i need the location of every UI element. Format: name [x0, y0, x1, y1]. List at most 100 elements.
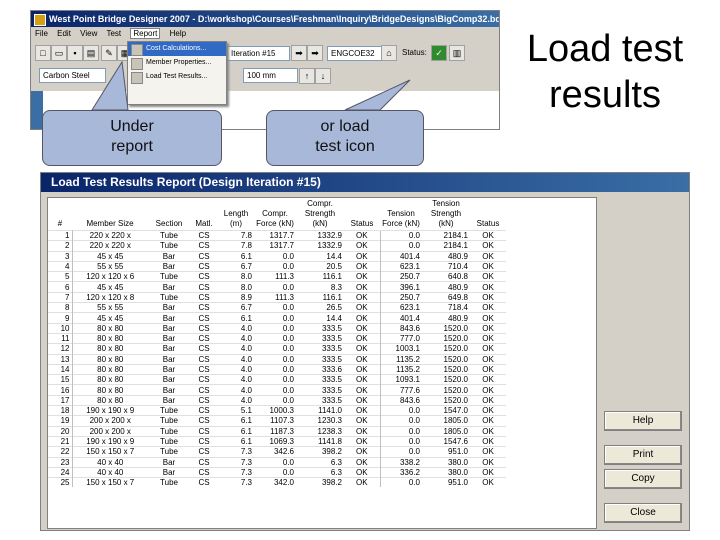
table-cell: 15 — [48, 374, 73, 385]
table-cell: Bar — [148, 466, 190, 478]
table-row: 16 80 x 80 Bar CS 4.0 0.0 333.5 OK 777.6 1520.0 OK — [48, 384, 506, 396]
table-cell: 0.0 — [254, 322, 296, 334]
report-table-container[interactable]: # Member Size Section Matl. Length (m) Compr.… — [47, 197, 597, 529]
table-cell: OK — [470, 343, 506, 355]
table-cell: CS — [190, 332, 218, 344]
menu-item-load-test-results[interactable]: Load Test Results... — [128, 70, 226, 84]
table-cell: Bar — [148, 250, 190, 262]
table-cell: 1230.3 — [296, 415, 344, 427]
open-file-icon[interactable]: ▭ — [51, 45, 67, 61]
app-icon — [34, 14, 46, 26]
table-cell: Bar — [148, 312, 190, 324]
table-row: 23 40 x 40 Bar CS 7.3 0.0 6.3 OK 338.2 380.0 OK — [48, 456, 506, 468]
arrow-down-icon[interactable]: ↓ — [315, 68, 331, 84]
close-button[interactable]: Close — [604, 503, 682, 523]
table-cell: Bar — [148, 343, 190, 355]
table-cell: CS — [190, 446, 218, 458]
table-cell: 333.5 — [296, 343, 344, 355]
table-cell: OK — [344, 415, 380, 427]
table-cell: OK — [470, 271, 506, 282]
table-cell: 1520.0 — [422, 322, 470, 334]
table-cell: OK — [344, 477, 380, 488]
table-cell: OK — [344, 260, 380, 272]
table-cell: 24 — [48, 466, 73, 478]
table-cell: Tube — [148, 240, 190, 252]
member-size-combo[interactable]: 100 mm — [243, 68, 298, 83]
table-cell: 1520.0 — [422, 384, 470, 396]
iteration-combo[interactable]: Iteration #15 — [227, 46, 290, 61]
menu-edit[interactable]: Edit — [57, 29, 71, 38]
callout-under-report: Under report — [42, 110, 222, 166]
table-cell: 718.4 — [422, 302, 470, 313]
table-cell: 190 x 190 x 9 — [72, 405, 148, 416]
menu-help[interactable]: Help — [170, 29, 186, 38]
menu-file[interactable]: File — [35, 29, 48, 38]
help-button[interactable]: Help — [604, 411, 682, 431]
load-case-combo[interactable]: ENGCOE32 — [327, 46, 382, 61]
arrow-up-icon[interactable]: ↑ — [299, 68, 315, 84]
table-cell: OK — [470, 353, 506, 365]
main-toolbar: □ ▭ ▪ ▤ ✎ ▦ Iteration #15 ➡ ➡ ENGCOE32 ⌂… — [31, 43, 499, 63]
table-cell: 4.0 — [218, 353, 254, 365]
table-cell: Tube — [148, 229, 190, 241]
table-cell: 333.5 — [296, 384, 344, 396]
table-cell: 1520.0 — [422, 332, 470, 344]
table-cell: 1805.0 — [422, 425, 470, 437]
table-cell: 7.8 — [218, 240, 254, 252]
table-cell: 1805.0 — [422, 415, 470, 427]
menu-item-member-properties[interactable]: Member Properties... — [128, 56, 226, 70]
save-icon[interactable]: ▪ — [67, 45, 83, 61]
table-cell: 18 — [48, 405, 73, 416]
table-cell: 0.0 — [379, 405, 422, 416]
menu-view[interactable]: View — [80, 29, 97, 38]
pencil-icon[interactable]: ✎ — [101, 45, 117, 61]
table-cell: 0.0 — [254, 456, 296, 468]
new-file-icon[interactable]: □ — [35, 45, 51, 61]
menu-report[interactable]: Report — [130, 28, 161, 39]
table-row: 15 80 x 80 Bar CS 4.0 0.0 333.5 OK 1093.1 1520.0 O… — [48, 374, 506, 385]
table-cell: Bar — [148, 302, 190, 313]
table-cell: 45 x 45 — [72, 312, 148, 324]
table-cell: 1332.9 — [296, 240, 344, 252]
table-cell: 2184.1 — [422, 240, 470, 252]
table-cell: 80 x 80 — [72, 374, 148, 385]
table-cell: 5 — [48, 271, 73, 282]
table-cell: OK — [344, 291, 380, 303]
table-cell: 150 x 150 x 7 — [72, 477, 148, 488]
report-title: Load Test Results Report (Design Iterati… — [51, 175, 321, 189]
bridge-view-icon[interactable]: ⌂ — [381, 45, 397, 61]
copy-button[interactable]: Copy — [604, 469, 682, 489]
table-cell: OK — [470, 229, 506, 241]
menu-item-cost-calculations[interactable]: Cost Calculations... — [128, 42, 226, 56]
table-cell: 7.3 — [218, 477, 254, 488]
arrow-gray-icon[interactable]: ➡ — [307, 45, 323, 61]
table-cell: 116.1 — [296, 271, 344, 282]
table-row: 5 120 x 120 x 6 Tube CS 8.0 111.3 116.1 OK 250.7… — [48, 271, 506, 282]
table-cell: 0.0 — [254, 466, 296, 478]
table-cell: 45 x 45 — [72, 250, 148, 262]
table-cell: CS — [190, 229, 218, 241]
table-cell: 0.0 — [379, 415, 422, 427]
table-row: 13 80 x 80 Bar CS 4.0 0.0 333.5 OK 1135.2 1520.0 O… — [48, 353, 506, 365]
load-test-icon[interactable]: ▥ — [449, 45, 465, 61]
table-cell: 7 — [48, 291, 73, 303]
menu-test[interactable]: Test — [106, 29, 121, 38]
print-icon[interactable]: ▤ — [83, 45, 99, 61]
table-cell: 398.2 — [296, 446, 344, 458]
table-row: 18 190 x 190 x 9 Tube CS 5.1 1000.3 1141.0 OK 0.… — [48, 405, 506, 416]
material-combo[interactable]: Carbon Steel — [39, 68, 106, 83]
arrow-right-icon[interactable]: ➡ — [291, 45, 307, 61]
print-button[interactable]: Print — [604, 445, 682, 465]
column-header: Matl. — [190, 198, 218, 231]
table-cell: OK — [344, 312, 380, 324]
table-cell: OK — [344, 456, 380, 468]
table-row: 8 55 x 55 Bar CS 6.7 0.0 26.5 OK 623.1 718.4 OK — [48, 302, 506, 313]
secondary-toolbar: Carbon Steel 100 mm ↑ ↓ — [31, 65, 499, 85]
app-title: West Point Bridge Designer 2007 - D:\wor… — [49, 14, 499, 24]
table-row: 11 80 x 80 Bar CS 4.0 0.0 333.5 OK 777.0 1520.0 OK — [48, 332, 506, 344]
table-cell: 342.0 — [254, 477, 296, 488]
table-cell: OK — [470, 446, 506, 458]
table-cell: 200 x 200 x — [72, 415, 148, 427]
table-cell: 1003.1 — [379, 343, 422, 355]
table-cell: OK — [470, 291, 506, 303]
